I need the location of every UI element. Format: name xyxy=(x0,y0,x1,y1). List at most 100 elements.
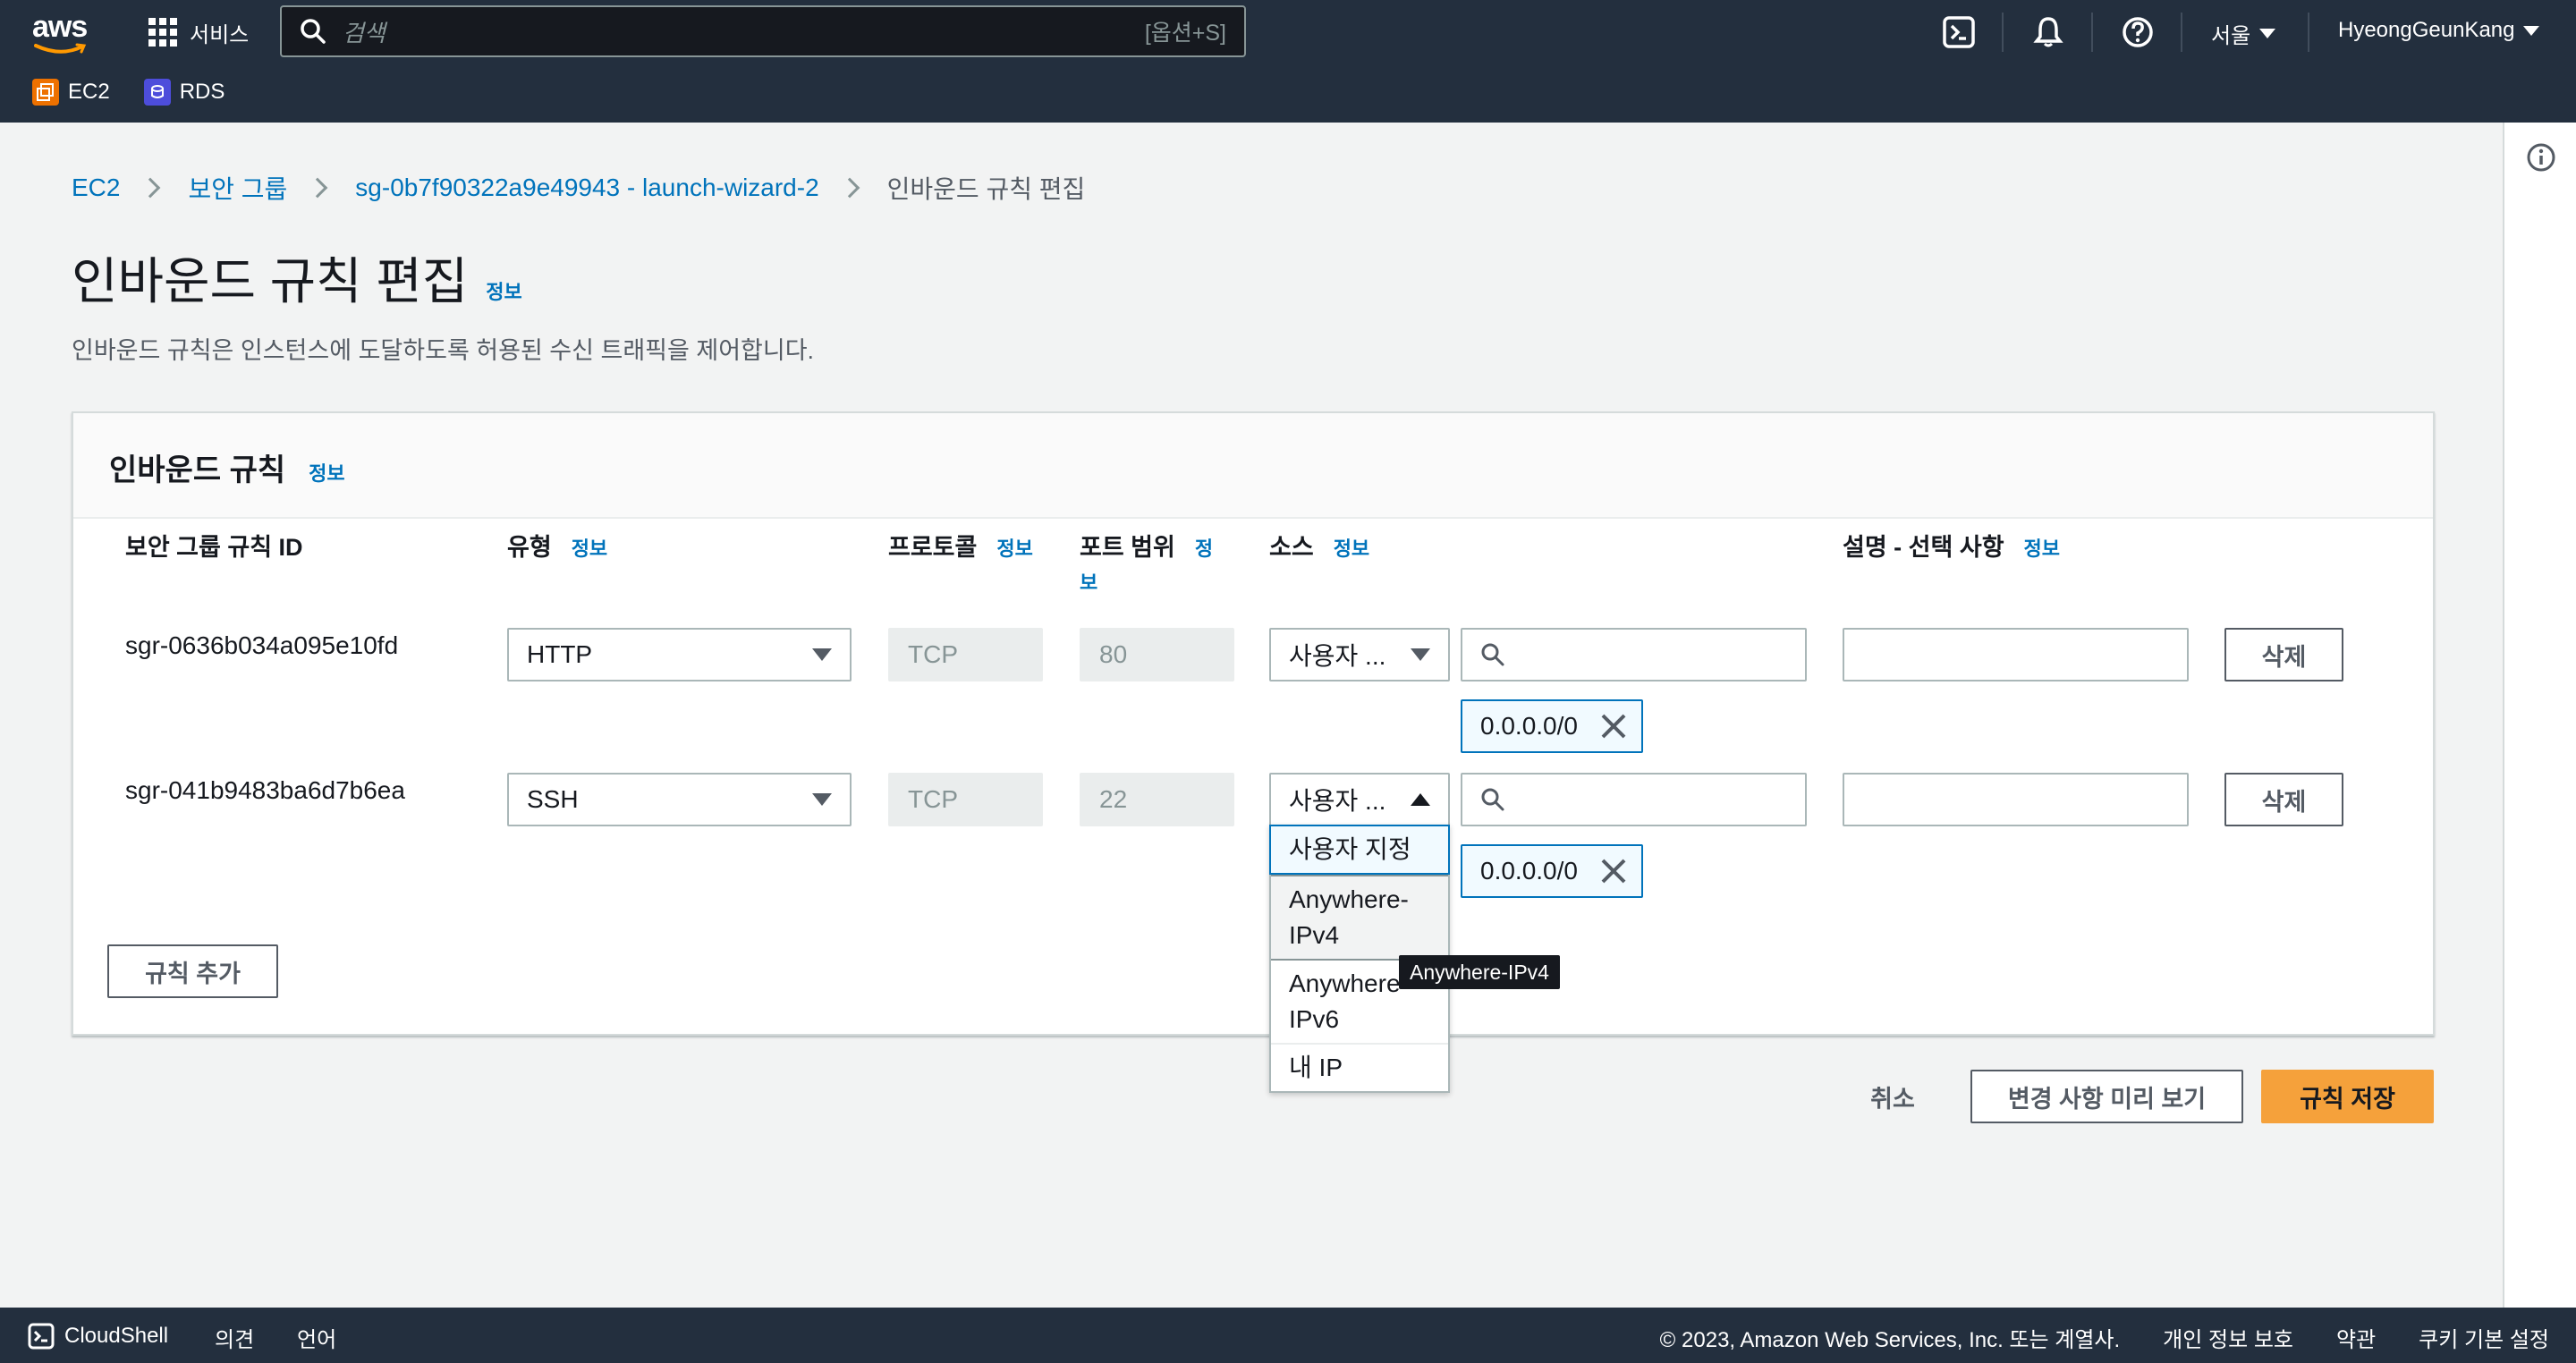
container-info-link[interactable]: 정보 xyxy=(309,458,344,487)
save-rules-button[interactable]: 규칙 저장 xyxy=(2261,1070,2434,1123)
services-menu-button[interactable]: 서비스 xyxy=(148,13,249,52)
close-icon[interactable] xyxy=(1601,859,1626,884)
caret-down-icon xyxy=(2523,25,2540,36)
footer-cloudshell-label: CloudShell xyxy=(64,1324,169,1348)
search-shortcut: [옵션+S] xyxy=(1144,21,1226,46)
info-link[interactable]: 보 xyxy=(1080,567,1097,596)
close-icon[interactable] xyxy=(1601,714,1626,739)
column-header-type: 유형 정보 xyxy=(507,528,607,563)
footer-cloudshell[interactable]: CloudShell xyxy=(27,1322,168,1350)
aws-logo[interactable]: aws xyxy=(32,11,89,55)
info-link[interactable]: 정보 xyxy=(1334,533,1369,562)
page-title-text: 인바운드 규칙 편집 xyxy=(72,253,469,309)
type-select[interactable]: SSH xyxy=(507,773,852,826)
preview-changes-button[interactable]: 변경 사항 미리 보기 xyxy=(1970,1070,2243,1123)
favorite-rds[interactable]: RDS xyxy=(143,79,225,106)
cidr-token-label: 0.0.0.0/0 xyxy=(1480,712,1578,740)
column-header-description: 설명 - 선택 사항 정보 xyxy=(1843,528,2060,563)
help-icon[interactable] xyxy=(2120,14,2156,50)
search-icon xyxy=(1481,788,1504,811)
favorite-ec2[interactable]: EC2 xyxy=(32,79,110,106)
region-selector[interactable]: 서울 xyxy=(2211,18,2276,49)
favorite-label: RDS xyxy=(179,80,225,104)
cidr-token-label: 0.0.0.0/0 xyxy=(1480,857,1578,885)
option-tooltip: Anywhere-IPv4 xyxy=(1399,955,1560,989)
aws-logo-text: aws xyxy=(32,10,88,44)
container-header: 인바운드 규칙 정보 xyxy=(73,413,2433,519)
port-range-field: 22 xyxy=(1080,773,1234,826)
column-header-protocol: 프로토콜 정보 xyxy=(888,528,1033,563)
add-rule-button[interactable]: 규칙 추가 xyxy=(107,944,278,998)
cloudshell-icon[interactable] xyxy=(1941,14,1977,50)
inbound-rules-container: 인바운드 규칙 정보 xyxy=(72,411,2435,1036)
search-placeholder: 검색 xyxy=(343,19,386,47)
description-input[interactable] xyxy=(1843,628,2189,682)
protocol-field: TCP xyxy=(888,773,1043,826)
column-header-source: 소스 정보 xyxy=(1269,528,1369,563)
chevron-right-icon xyxy=(140,177,161,199)
footer-feedback[interactable]: 의견 xyxy=(215,1322,254,1353)
type-select-value: HTTP xyxy=(527,640,593,668)
search-icon xyxy=(1481,643,1504,666)
source-type-value: 사용자 ... xyxy=(1289,787,1386,815)
cidr-search-input[interactable] xyxy=(1461,773,1807,826)
protocol-field: TCP xyxy=(888,628,1043,682)
column-header-rule-id: 보안 그룹 규칙 ID xyxy=(125,528,303,563)
nav-divider xyxy=(2002,13,2004,52)
column-header-label: 설명 - 선택 사항 xyxy=(1843,534,2004,561)
dropdown-option-custom[interactable]: 사용자 지정 xyxy=(1269,825,1450,875)
page-title: 인바운드 규칙 편집 정보 xyxy=(72,241,522,314)
breadcrumb-security-groups[interactable]: 보안 그룹 xyxy=(188,170,287,206)
dropdown-option-my-ip[interactable]: 내 IP xyxy=(1271,1045,1448,1091)
cidr-token: 0.0.0.0/0 xyxy=(1461,844,1643,898)
breadcrumb-ec2[interactable]: EC2 xyxy=(72,174,120,202)
cidr-search-input[interactable] xyxy=(1461,628,1807,682)
description-input[interactable] xyxy=(1843,773,2189,826)
breadcrumb-current: 인바운드 규칙 편집 xyxy=(886,175,1086,203)
favorite-label: EC2 xyxy=(68,80,110,104)
footer-copyright: © 2023, Amazon Web Services, Inc. 또는 계열사… xyxy=(1659,1328,2121,1352)
footer-language[interactable]: 언어 xyxy=(297,1322,336,1353)
type-select[interactable]: HTTP xyxy=(507,628,852,682)
footer-terms-link[interactable]: 약관 xyxy=(2336,1322,2376,1353)
caret-down-icon xyxy=(812,793,832,806)
services-label: 서비스 xyxy=(190,22,250,47)
info-link[interactable]: 정보 xyxy=(572,533,607,562)
delete-rule-button[interactable]: 삭제 xyxy=(2224,773,2343,826)
container-title-text: 인바운드 규칙 xyxy=(109,453,286,487)
page-info-link[interactable]: 정보 xyxy=(486,276,521,305)
breadcrumb-security-group[interactable]: sg-0b7f90322a9e49943 - launch-wizard-2 xyxy=(355,174,818,202)
info-circle-icon[interactable] xyxy=(2526,142,2556,173)
chevron-right-icon xyxy=(307,177,328,199)
column-header-port-range: 포트 범위 정 xyxy=(1080,528,1213,563)
type-select-value: SSH xyxy=(527,785,579,813)
caret-up-icon xyxy=(1411,793,1430,806)
notifications-bell-icon[interactable] xyxy=(2030,14,2066,50)
footer-privacy-link[interactable]: 개인 정보 보호 xyxy=(2163,1322,2293,1353)
column-header-label: 보안 그룹 규칙 ID xyxy=(125,534,303,561)
nav-divider xyxy=(2091,13,2093,52)
info-link[interactable]: 정 xyxy=(1195,533,1213,562)
breadcrumb: EC2 보안 그룹 sg-0b7f90322a9e49943 - launch-… xyxy=(72,170,1085,206)
source-type-select-open[interactable]: 사용자 ... xyxy=(1269,773,1450,826)
caret-down-icon xyxy=(2259,29,2276,38)
cancel-button[interactable]: 취소 xyxy=(1852,1070,1934,1123)
option-label-line: IPv4 xyxy=(1289,921,1340,949)
search-input[interactable]: 검색 [옵션+S] xyxy=(280,5,1246,57)
page-description: 인바운드 규칙은 인스턴스에 도달하도록 허용된 수신 트래픽을 제어합니다. xyxy=(72,337,815,364)
delete-rule-button[interactable]: 삭제 xyxy=(2224,628,2343,682)
help-panel-strip xyxy=(2503,123,2576,1308)
dropdown-option-anywhere-ipv4[interactable]: Anywhere- IPv4 xyxy=(1271,875,1448,961)
source-type-select[interactable]: 사용자 ... xyxy=(1269,628,1450,682)
rds-icon xyxy=(143,79,171,106)
rule-id: sgr-041b9483ba6d7b6ea xyxy=(125,776,405,804)
chevron-right-icon xyxy=(839,177,860,199)
column-header-label: 프로토콜 xyxy=(888,534,978,561)
info-link[interactable]: 정보 xyxy=(996,533,1032,562)
account-menu[interactable]: HyeongGeunKang xyxy=(2338,18,2540,43)
aws-smile-icon xyxy=(34,43,87,54)
footer-cookies-link[interactable]: 쿠키 기본 설정 xyxy=(2419,1322,2549,1353)
caret-down-icon xyxy=(812,648,832,661)
info-link[interactable]: 정보 xyxy=(2024,533,2060,562)
nav-divider xyxy=(2308,13,2309,52)
